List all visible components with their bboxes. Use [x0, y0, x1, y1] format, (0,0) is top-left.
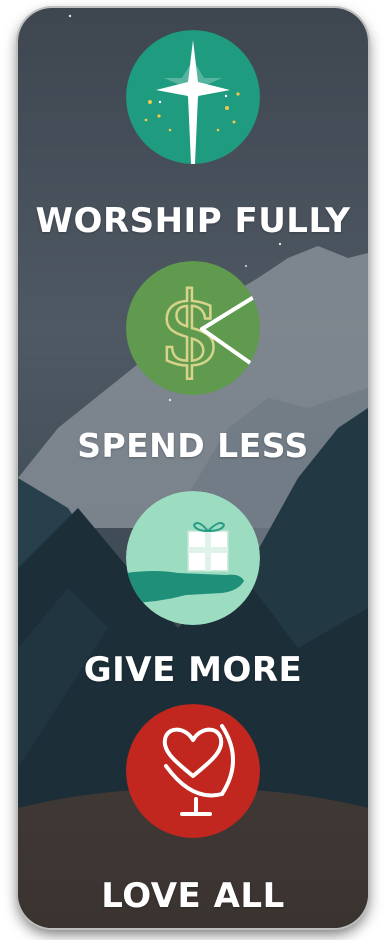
give-more-badge — [126, 491, 260, 625]
love-all-badge — [126, 704, 260, 838]
spend-less-label: SPEND LESS — [77, 426, 309, 465]
worship-fully-label: WORSHIP FULLY — [35, 201, 351, 241]
worship-fully-badge — [126, 30, 260, 164]
give-more-label: GIVE MORE — [83, 650, 303, 690]
love-all-label: LOVE ALL — [101, 876, 285, 916]
star-icon — [126, 30, 260, 164]
svg-text:$: $ — [158, 271, 222, 388]
advent-card: WORSHIP FULLY $ SPEND LESS GIVE MORE LOV… — [18, 8, 368, 928]
heart-globe-icon — [126, 704, 260, 838]
gift-hand-icon — [126, 491, 260, 625]
dollar-icon: $ — [126, 261, 260, 395]
spend-less-badge: $ — [126, 261, 260, 395]
